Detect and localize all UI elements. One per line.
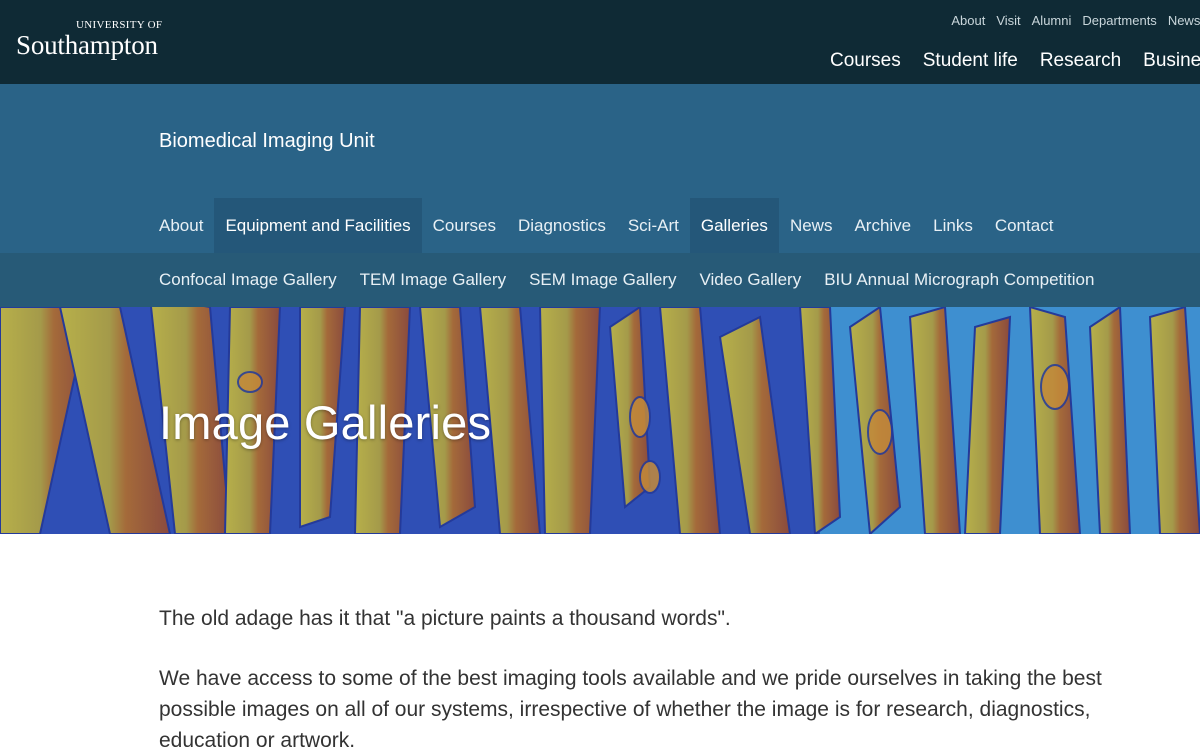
utility-link-alumni[interactable]: Alumni — [1032, 13, 1072, 28]
utility-link-departments[interactable]: Departments — [1082, 13, 1156, 28]
section-nav-diagnostics[interactable]: Diagnostics — [507, 198, 617, 253]
section-nav-links[interactable]: Links — [922, 198, 984, 253]
utility-link-news[interactable]: News — [1168, 13, 1200, 28]
sub-nav-video-gallery[interactable]: Video Gallery — [699, 253, 801, 307]
intro-paragraph: The old adage has it that "a picture pai… — [159, 607, 731, 630]
section-title[interactable]: Biomedical Imaging Unit — [159, 130, 375, 153]
main-nav-student-life[interactable]: Student life — [923, 50, 1018, 72]
utility-nav: About Visit Alumni Departments News E — [940, 13, 1200, 28]
section-nav-contact[interactable]: Contact — [984, 198, 1065, 253]
sub-nav-micrograph-competition[interactable]: BIU Annual Micrograph Competition — [824, 253, 1094, 307]
section-nav-courses[interactable]: Courses — [422, 198, 507, 253]
site-header: UNIVERSITY OF Southampton About Visit Al… — [0, 0, 1200, 84]
section-nav-news[interactable]: News — [779, 198, 844, 253]
sub-nav-tem-gallery[interactable]: TEM Image Gallery — [360, 253, 506, 307]
main-nav-research[interactable]: Research — [1040, 50, 1121, 72]
university-logo[interactable]: UNIVERSITY OF Southampton — [16, 20, 162, 59]
sub-nav-sem-gallery[interactable]: SEM Image Gallery — [529, 253, 676, 307]
main-nav-business[interactable]: Busine — [1143, 50, 1200, 72]
sub-nav-bar: Confocal Image Gallery TEM Image Gallery… — [0, 253, 1200, 307]
section-nav: About Equipment and Facilities Courses D… — [148, 198, 1064, 253]
section-nav-sci-art[interactable]: Sci-Art — [617, 198, 690, 253]
section-nav-about[interactable]: About — [148, 198, 214, 253]
utility-link-visit[interactable]: Visit — [996, 13, 1020, 28]
main-nav: Courses Student life Research Busine — [830, 50, 1200, 72]
logo-line-2: Southampton — [16, 30, 158, 60]
gallery-sub-nav: Confocal Image Gallery TEM Image Gallery… — [159, 253, 1117, 307]
body-paragraph: We have access to some of the best imagi… — [159, 667, 1102, 752]
section-header: Biomedical Imaging Unit About Equipment … — [0, 84, 1200, 253]
section-nav-archive[interactable]: Archive — [843, 198, 922, 253]
sub-nav-confocal-gallery[interactable]: Confocal Image Gallery — [159, 253, 337, 307]
main-nav-courses[interactable]: Courses — [830, 50, 901, 72]
section-nav-galleries[interactable]: Galleries — [689, 198, 779, 253]
section-nav-equipment-and-facilities[interactable]: Equipment and Facilities — [214, 198, 422, 253]
hero-banner: Image Galleries — [0, 307, 1200, 534]
main-content: The old adage has it that "a picture pai… — [0, 534, 1200, 752]
utility-link-about[interactable]: About — [951, 13, 985, 28]
page-title: Image Galleries — [159, 396, 492, 449]
